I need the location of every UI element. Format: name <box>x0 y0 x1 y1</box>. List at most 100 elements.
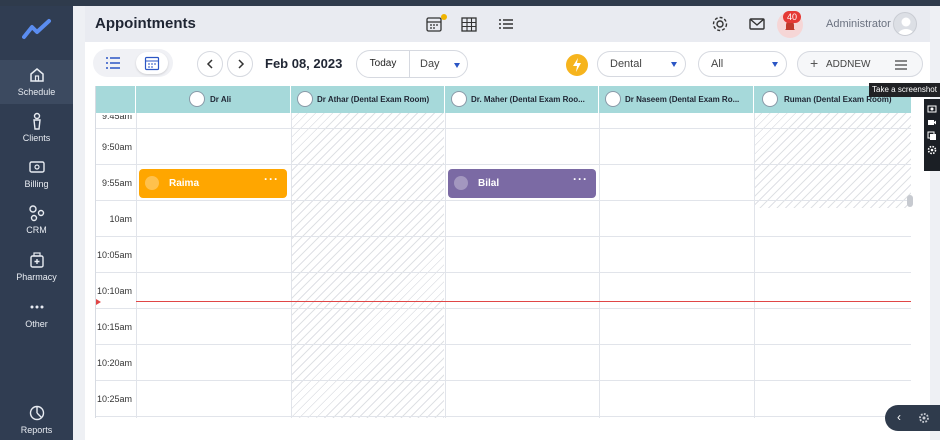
doctor-avatar-icon <box>762 91 778 107</box>
sidebar-item-schedule[interactable]: Schedule <box>0 60 73 104</box>
chevron-down-icon <box>671 62 677 67</box>
sidebar-item-label: Other <box>25 319 48 329</box>
date-view-segment: Today Day <box>356 50 468 78</box>
column-divider <box>291 113 292 418</box>
appointment-patient: Raima <box>169 178 200 189</box>
unavailable-slot <box>291 113 444 418</box>
time-label: 10:15am <box>96 322 132 332</box>
department-value: Dental <box>610 58 642 70</box>
hamburger-menu-icon[interactable] <box>894 60 908 70</box>
add-new-label: ADDNEW <box>826 59 871 70</box>
column-header-dr-naseem[interactable]: Dr Naseem (Dental Exam Ro... <box>599 86 754 113</box>
scrollbar[interactable] <box>907 195 913 207</box>
settings-gear-icon[interactable] <box>711 15 729 33</box>
column-header-dr-ali[interactable]: Dr Ali <box>136 86 291 113</box>
list-view-icon[interactable] <box>497 15 515 33</box>
sidebar-item-billing[interactable]: Billing <box>0 152 73 196</box>
schedule-grid: Dr Ali Dr Athar (Dental Exam Room) Dr. M… <box>95 86 911 418</box>
appointment-card[interactable]: Bilal ··· <box>448 169 596 198</box>
add-new-button[interactable]: + ADDNEW <box>797 51 923 77</box>
screenshot-tooltip: Take a screenshot <box>869 83 940 97</box>
time-label: 10:05am <box>96 250 132 260</box>
video-icon[interactable] <box>927 117 937 127</box>
row-divider <box>96 380 911 381</box>
sidebar-item-label: Reports <box>20 425 53 435</box>
view-toggle-group <box>93 49 173 77</box>
time-label: 9:55am <box>101 178 132 188</box>
tooth-icon <box>454 176 468 190</box>
row-divider <box>96 236 911 237</box>
department-select[interactable]: Dental <box>597 51 686 77</box>
current-time-marker <box>96 299 101 305</box>
next-day-button[interactable] <box>227 51 253 77</box>
filter-select[interactable]: All <box>698 51 787 77</box>
sidebar-item-pharmacy[interactable]: Pharmacy <box>0 245 73 289</box>
sidebar-item-label: CRM <box>26 225 47 235</box>
column-header-label: Dr Naseem (Dental Exam Ro... <box>625 95 740 104</box>
column-header-label: Dr Ali <box>210 95 232 104</box>
row-divider <box>96 164 911 165</box>
column-header-dr-athar[interactable]: Dr Athar (Dental Exam Room) <box>291 86 445 113</box>
more-icon <box>30 305 43 309</box>
calendar-badge <box>441 14 447 20</box>
prev-day-button[interactable] <box>197 51 223 77</box>
row-divider <box>96 344 911 345</box>
gear-icon[interactable] <box>927 145 937 155</box>
avatar[interactable] <box>893 12 917 36</box>
chevron-down-icon <box>454 63 460 68</box>
chevron-down-icon <box>772 62 778 67</box>
time-label: 10:20am <box>96 358 132 368</box>
column-divider <box>445 113 446 418</box>
view-select[interactable]: Day <box>420 51 440 77</box>
plus-icon: + <box>810 55 819 71</box>
sidebar-item-crm[interactable]: CRM <box>0 198 73 242</box>
column-divider <box>599 113 600 418</box>
user-name[interactable]: Administrator <box>826 18 891 30</box>
more-options-icon[interactable]: ··· <box>264 172 279 186</box>
table-view-icon[interactable] <box>460 15 478 33</box>
calendar-icon <box>144 56 160 71</box>
current-time-line <box>136 301 911 302</box>
lightning-icon <box>573 58 581 72</box>
app-logo-icon[interactable] <box>22 18 52 40</box>
column-header-label: Dr. Maher (Dental Exam Roo... <box>471 95 585 104</box>
toolbar: Feb 08, 2023 Today Day Dental All + ADDN… <box>85 42 930 86</box>
chevron-right-icon <box>238 59 245 69</box>
row-divider <box>96 308 911 309</box>
time-label: 10:10am <box>96 286 132 296</box>
doctor-avatar-icon <box>605 91 621 107</box>
copy-icon[interactable] <box>927 131 937 141</box>
sidebar-item-clients[interactable]: Clients <box>0 106 73 150</box>
mail-icon[interactable] <box>748 15 766 33</box>
row-divider <box>96 416 911 417</box>
sidebar-item-reports[interactable]: Reports <box>0 398 73 440</box>
doctor-avatar-icon <box>297 91 313 107</box>
column-divider <box>754 113 755 418</box>
camera-icon[interactable] <box>927 103 937 113</box>
billing-icon <box>28 161 45 173</box>
content-frame: Appointments 40 Administrator Feb 08, 20… <box>85 6 930 440</box>
sidebar-item-label: Clients <box>22 133 51 143</box>
appointment-card[interactable]: Raima ··· <box>139 169 287 198</box>
capture-dock <box>924 99 940 171</box>
sidebar-item-other[interactable]: Other <box>0 292 73 336</box>
column-divider <box>136 113 137 418</box>
person-icon <box>32 112 41 130</box>
page-header: Appointments 40 Administrator <box>85 6 930 42</box>
calendar-mode-button[interactable] <box>136 52 168 74</box>
page-title: Appointments <box>95 15 196 32</box>
column-header-label: Dr Athar (Dental Exam Room) <box>317 95 430 104</box>
column-header-dr-maher[interactable]: Dr. Maher (Dental Exam Roo... <box>445 86 599 113</box>
quick-action-button[interactable] <box>566 54 588 76</box>
chevron-left-icon[interactable]: ‹ <box>897 410 901 424</box>
row-divider <box>96 272 911 273</box>
list-mode-button[interactable] <box>97 52 129 74</box>
notification-count: 40 <box>783 11 802 23</box>
home-icon <box>29 68 44 82</box>
user-icon <box>897 17 915 35</box>
today-button[interactable]: Today <box>357 51 410 77</box>
sidebar: Schedule Clients Billing CRM Pharmacy Ot… <box>0 6 73 440</box>
time-label: 9:50am <box>101 142 132 152</box>
more-options-icon[interactable]: ··· <box>573 172 588 186</box>
gear-icon[interactable] <box>918 412 930 424</box>
